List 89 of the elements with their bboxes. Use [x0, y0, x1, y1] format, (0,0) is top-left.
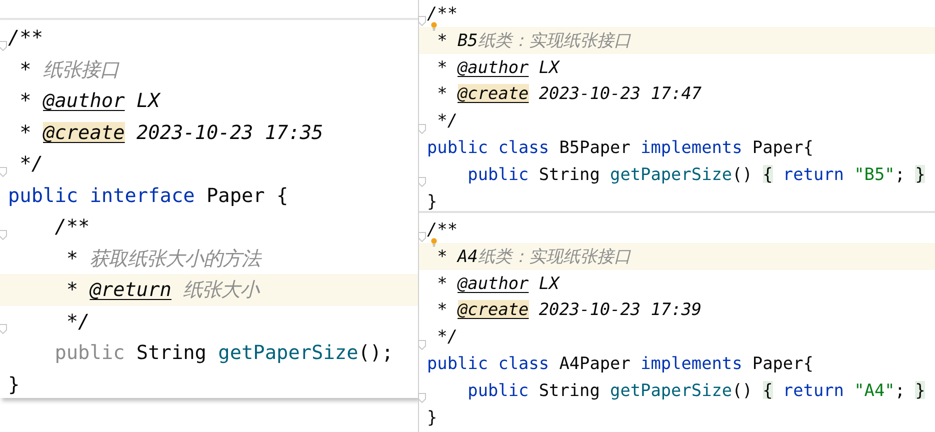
code-text: () [732, 380, 754, 400]
keyword: implements [640, 138, 744, 157]
fold-icon[interactable] [418, 232, 426, 242]
code-text: ; [894, 380, 906, 400]
lightbulb-icon[interactable] [431, 22, 437, 31]
code-text: } [427, 192, 438, 210]
comment-text: A4 [458, 246, 478, 266]
lightbulb-icon[interactable] [431, 238, 437, 247]
comment-text: 2023-10-23 17:35 [135, 122, 324, 143]
keyword: public [466, 380, 530, 400]
code-text: Paper{ [752, 354, 814, 373]
doc-tag: @return [90, 279, 172, 300]
keyword: public [8, 184, 80, 206]
doc-tag: @create [458, 84, 529, 104]
fold-icon[interactable] [0, 40, 7, 51]
code-text: String [538, 164, 601, 184]
comment-text: LX [538, 274, 560, 292]
method-name: getPaperSize [218, 342, 358, 364]
brace: { [762, 380, 773, 400]
fold-icon[interactable] [418, 393, 426, 404]
comment-text: /** [54, 216, 90, 238]
comment-text: 2023-10-23 17:39 [538, 300, 702, 320]
code-text: A4Paper [559, 354, 632, 373]
comment-text: */ [18, 153, 44, 174]
code-text: } [427, 408, 438, 426]
fold-icon[interactable] [418, 124, 426, 134]
comment-text: * [65, 248, 80, 269]
comment-text: 纸类：实现纸张接口 [478, 246, 631, 266]
comment-text: 2023-10-23 17:47 [538, 84, 702, 104]
comment-text: /** [427, 220, 458, 239]
code-text: Paper { [206, 184, 288, 206]
code-text: ; [894, 164, 906, 184]
keyword: public [466, 164, 530, 184]
comment-text: /** [8, 27, 44, 48]
code-text: Paper{ [752, 138, 814, 157]
fold-icon[interactable] [418, 16, 426, 26]
fold-icon[interactable] [418, 177, 426, 188]
keyword: public [427, 138, 490, 157]
doc-tag: @create [43, 122, 125, 143]
comment-text: * [18, 58, 32, 80]
method-name: getPaperSize [610, 164, 732, 184]
comment-text: * [436, 274, 448, 292]
keyword: interface [90, 184, 196, 206]
comment-text: * [436, 58, 448, 76]
keyword: public [427, 354, 490, 373]
comment-text: LX [135, 90, 160, 112]
code-text: } [8, 374, 20, 395]
comment-text: * [436, 300, 448, 320]
comment-text: */ [436, 111, 458, 130]
comment-text: 纸类：实现纸张接口 [478, 30, 631, 50]
comment-text: /** [427, 4, 458, 23]
comment-text: * [65, 279, 80, 300]
comment-text: * [436, 246, 448, 266]
keyword: return [782, 380, 845, 400]
comment-text: * [436, 30, 448, 50]
fold-icon[interactable] [0, 324, 7, 334]
doc-tag: @author [458, 58, 529, 76]
brace: } [915, 380, 926, 400]
method-name: getPaperSize [610, 380, 732, 400]
code-text: B5Paper [559, 138, 632, 157]
doc-tag: @create [458, 300, 529, 320]
comment-text: */ [436, 327, 458, 346]
comment-text: LX [538, 58, 560, 76]
keyword: public [54, 342, 126, 364]
brace: } [915, 164, 926, 184]
comment-text: 纸张大小 [182, 279, 260, 300]
brace: { [762, 164, 773, 184]
comment-text: * [436, 84, 448, 104]
comment-text: * [18, 90, 32, 112]
comment-text: * [18, 122, 32, 143]
doc-tag: @author [458, 274, 529, 292]
comment-text: */ [65, 310, 90, 332]
code-text: (); [358, 342, 394, 364]
fold-icon[interactable] [0, 166, 7, 177]
code-text: () [732, 164, 754, 184]
comment-text: 纸张接口 [43, 58, 120, 80]
string-literal: "A4" [854, 380, 895, 400]
doc-tag: @author [43, 90, 125, 112]
code-text: String [538, 380, 601, 400]
code-text: String [136, 342, 208, 364]
comment-text: 获取纸张大小的方法 [90, 248, 261, 269]
keyword: class [498, 138, 550, 157]
keyword: return [782, 164, 845, 184]
keyword: class [498, 354, 550, 373]
fold-icon[interactable] [418, 340, 426, 350]
keyword: implements [640, 354, 744, 373]
fold-icon[interactable] [0, 230, 7, 240]
comment-text: B5 [458, 30, 478, 50]
string-literal: "B5" [854, 164, 895, 184]
